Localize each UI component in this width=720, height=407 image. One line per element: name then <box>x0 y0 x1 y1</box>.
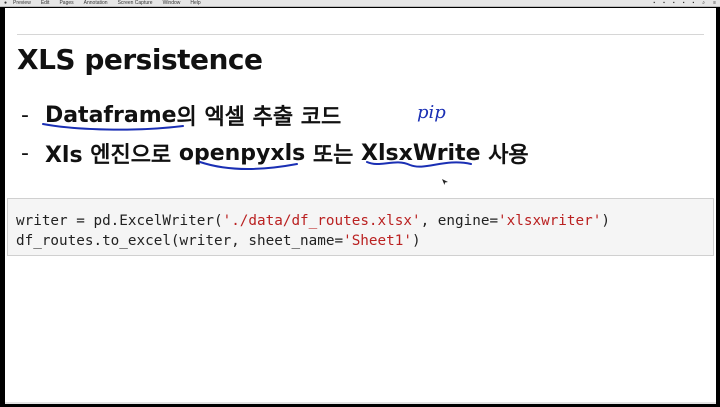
bullet-keyword-xlsxwrite: XlsxWrite <box>361 140 481 166</box>
status-icon[interactable]: ▪ <box>653 0 655 6</box>
code-string: 'Sheet1' <box>343 233 412 249</box>
menu-app[interactable]: Preview <box>13 0 31 6</box>
status-icon[interactable]: ▪ <box>692 0 694 6</box>
code-cell[interactable]: writer = pd.ExcelWriter('./data/df_route… <box>7 198 714 256</box>
mouse-cursor-icon <box>442 179 448 185</box>
bullet-item: - Xls 엔진으로 openpyxls 또는 XlsxWrite 사용 <box>21 134 529 172</box>
menu-help[interactable]: Help <box>190 0 200 6</box>
slide-title: XLS persistence <box>17 43 263 76</box>
menu-list-icon[interactable]: ≡ <box>713 0 716 6</box>
bullet-dash: - <box>21 140 29 166</box>
status-icon[interactable]: ▪ <box>683 0 685 6</box>
code-line-1: writer = pd.ExcelWriter('./data/df_route… <box>16 211 713 231</box>
slide: XLS persistence - Dataframe 의 엑셀 추출 코드 -… <box>5 8 716 404</box>
code-token: writer = pd.ExcelWriter( <box>16 213 223 229</box>
code-token: df_routes.to_excel(writer, sheet_name= <box>16 233 344 249</box>
status-icon[interactable]: ▪ <box>663 0 665 6</box>
code-line-2: df_routes.to_excel(writer, sheet_name='S… <box>16 231 713 251</box>
bullet-text: 의 엑셀 추출 코드 <box>176 105 342 130</box>
menu-bar: ● Preview Edit Pages Annotation Screen C… <box>0 0 720 7</box>
bullet-text: 또는 <box>305 143 362 168</box>
menu-screen-capture[interactable]: Screen Capture <box>118 0 153 6</box>
bullet-text: Xls 엔진으로 <box>44 143 179 168</box>
menu-annotation[interactable]: Annotation <box>84 0 108 6</box>
code-token: ) <box>411 233 421 249</box>
code-string: './data/df_routes.xlsx' <box>222 213 421 229</box>
code-string: 'xlsxwriter' <box>498 213 602 229</box>
divider <box>5 402 716 404</box>
status-icons: ▪ ▪ ▪ ▪ ▪ ⌕ ≡ <box>653 0 716 6</box>
divider <box>17 34 704 35</box>
bullet-text: 사용 <box>480 143 529 168</box>
bullet-item: - Dataframe 의 엑셀 추출 코드 <box>21 96 529 134</box>
status-icon[interactable]: ▪ <box>673 0 675 6</box>
bullet-list: - Dataframe 의 엑셀 추출 코드 - Xls 엔진으로 openpy… <box>21 96 529 172</box>
menu-window[interactable]: Window <box>163 0 181 6</box>
bullet-dash: - <box>21 102 29 128</box>
bullet-keyword-openpyxls: openpyxls <box>178 140 306 166</box>
apple-icon[interactable]: ● <box>4 0 7 6</box>
code-token: ) <box>601 213 610 229</box>
bullet-keyword-dataframe: Dataframe <box>44 102 177 128</box>
code-token: , engine= <box>420 213 499 229</box>
menu-edit[interactable]: Edit <box>41 0 50 6</box>
search-icon[interactable]: ⌕ <box>702 0 705 6</box>
menu-pages[interactable]: Pages <box>59 0 73 6</box>
